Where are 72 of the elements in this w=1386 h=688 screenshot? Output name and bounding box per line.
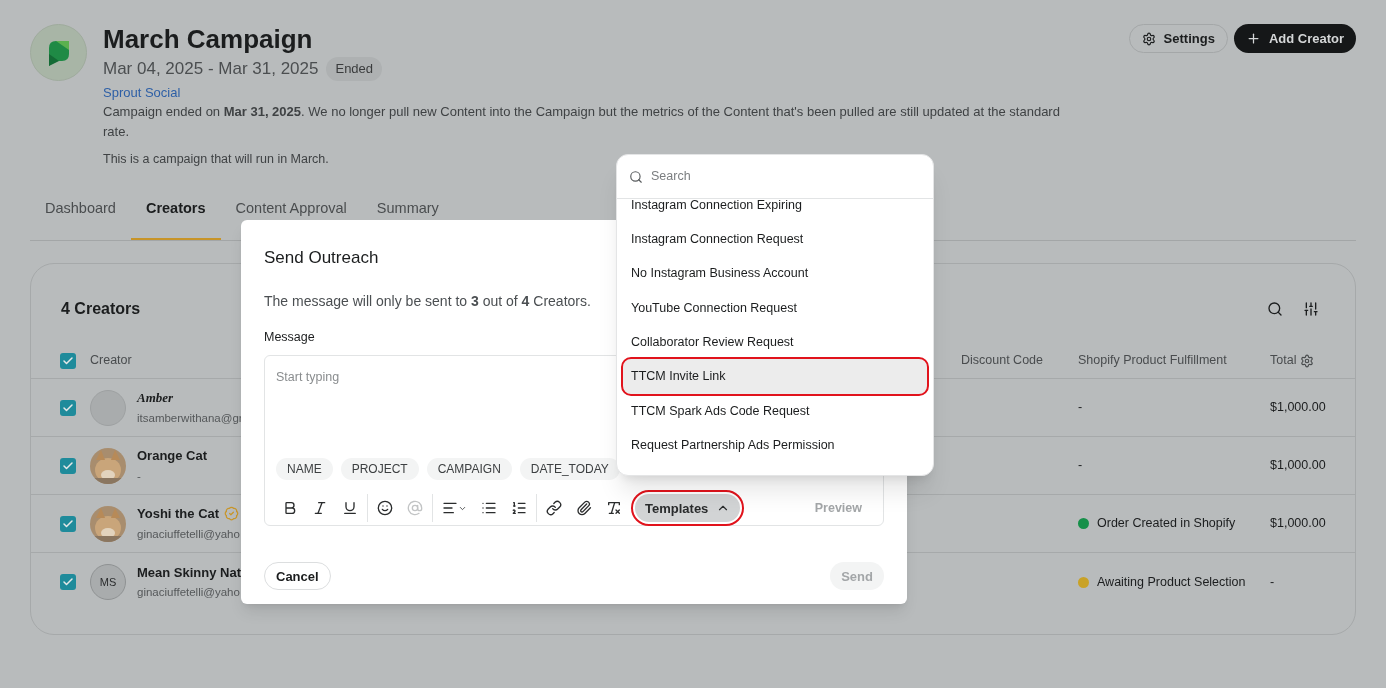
creator-email: ginaciuffetelli@yaho: [137, 585, 241, 601]
creator-name[interactable]: Mean Skinny Nat: [137, 562, 242, 583]
status-badge: Ended: [326, 57, 383, 81]
template-option[interactable]: TTCM Invite Link: [623, 359, 927, 394]
campaign-dates: Mar 04, 2025 - Mar 31, 2025: [103, 58, 319, 80]
checkbox[interactable]: [60, 399, 76, 416]
check-icon: [62, 576, 74, 588]
fulfillment-status: -: [1078, 399, 1083, 417]
checkbox[interactable]: [60, 574, 76, 590]
creator-name[interactable]: Yoshi the Cat: [137, 504, 220, 524]
check-icon: [62, 459, 74, 472]
check-icon: [62, 354, 74, 367]
search-icon: [629, 169, 643, 184]
column-header: Creator: [90, 352, 132, 370]
campaign-title: March Campaign: [103, 24, 314, 54]
clear-format-icon: [606, 500, 622, 517]
creator-email: -: [137, 468, 142, 484]
brand-logo: [30, 24, 87, 81]
template-option[interactable]: YouTube Connection Request: [623, 290, 927, 326]
tab[interactable]: Dashboard: [30, 193, 131, 240]
total-amount: $1,000.00: [1270, 399, 1327, 417]
template-option[interactable]: Instagram Connection Expiring: [623, 188, 927, 223]
settings-icon: [1141, 31, 1156, 46]
variable-chip[interactable]: DATE_TODAY: [519, 458, 620, 481]
numbered-list-icon: [511, 500, 527, 517]
italic-icon: [312, 500, 328, 517]
bold-icon: [282, 500, 298, 517]
checkbox[interactable]: [60, 515, 76, 532]
link-icon: [546, 500, 562, 517]
total-amount: $1,000.00: [1270, 515, 1327, 533]
settings-icon: [1300, 353, 1315, 368]
filter-icon: [1303, 301, 1319, 317]
check-icon: [62, 401, 74, 414]
underline-icon: [342, 500, 358, 517]
fulfillment-status: -: [1078, 457, 1083, 475]
variable-chip[interactable]: NAME: [276, 458, 333, 481]
fulfillment-status: Order Created in Shopify: [1097, 515, 1236, 533]
avatar: MS: [90, 564, 126, 600]
template-option[interactable]: No Instagram Business Account: [623, 256, 927, 291]
creator-name[interactable]: Amber: [137, 388, 174, 408]
campaign-notice: Campaign ended on Mar 31, 2025. We no longer pull new Content into the Campaign but the metrics of the Content that's been pulled are still updated at the standard rate.: [103, 103, 1061, 141]
template-option[interactable]: Instagram Connection Request: [623, 222, 927, 257]
creator-name[interactable]: Orange Cat: [137, 446, 208, 466]
emoji-icon: [377, 500, 393, 517]
search-icon: [1267, 301, 1283, 317]
creator-email: ginaciuffetelli@yaho: [137, 526, 240, 542]
message-label: Message: [264, 328, 315, 346]
check-icon: [62, 517, 74, 530]
checkbox[interactable]: [60, 352, 76, 369]
recipient-note: The message will only be sent to 3 out of 4 Creators.: [264, 291, 591, 311]
search-field[interactable]: Search: [651, 167, 921, 186]
avatar: [90, 389, 126, 426]
creator-email: itsamberwithana@gr: [137, 410, 243, 426]
mention-icon: [407, 500, 423, 517]
dialog-title: Send Outreach: [264, 247, 380, 269]
checkbox[interactable]: [60, 457, 76, 474]
add-creator-button[interactable]: Add Creator: [1233, 24, 1356, 53]
campaign-description: This is a campaign that will run in March.: [103, 151, 329, 168]
tab[interactable]: Creators: [130, 193, 221, 240]
attachment-icon: [576, 500, 592, 517]
fulfillment-status: Awaiting Product Selection: [1097, 573, 1246, 591]
panel-title: 4 Creators: [61, 299, 141, 319]
total-amount: $1,000.00: [1270, 457, 1327, 475]
column-header: Shopify Product Fulfillment: [1078, 352, 1228, 370]
tab[interactable]: Content Approval: [220, 193, 362, 240]
total-amount: -: [1270, 573, 1276, 591]
variable-chip[interactable]: CAMPAIGN: [426, 458, 512, 481]
variable-chip[interactable]: PROJECT: [340, 458, 419, 481]
column-header: Discount Code: [961, 352, 1044, 370]
column-header: Total: [1270, 352, 1297, 370]
tab[interactable]: Summary: [361, 193, 454, 240]
plus-icon: [1245, 31, 1261, 46]
